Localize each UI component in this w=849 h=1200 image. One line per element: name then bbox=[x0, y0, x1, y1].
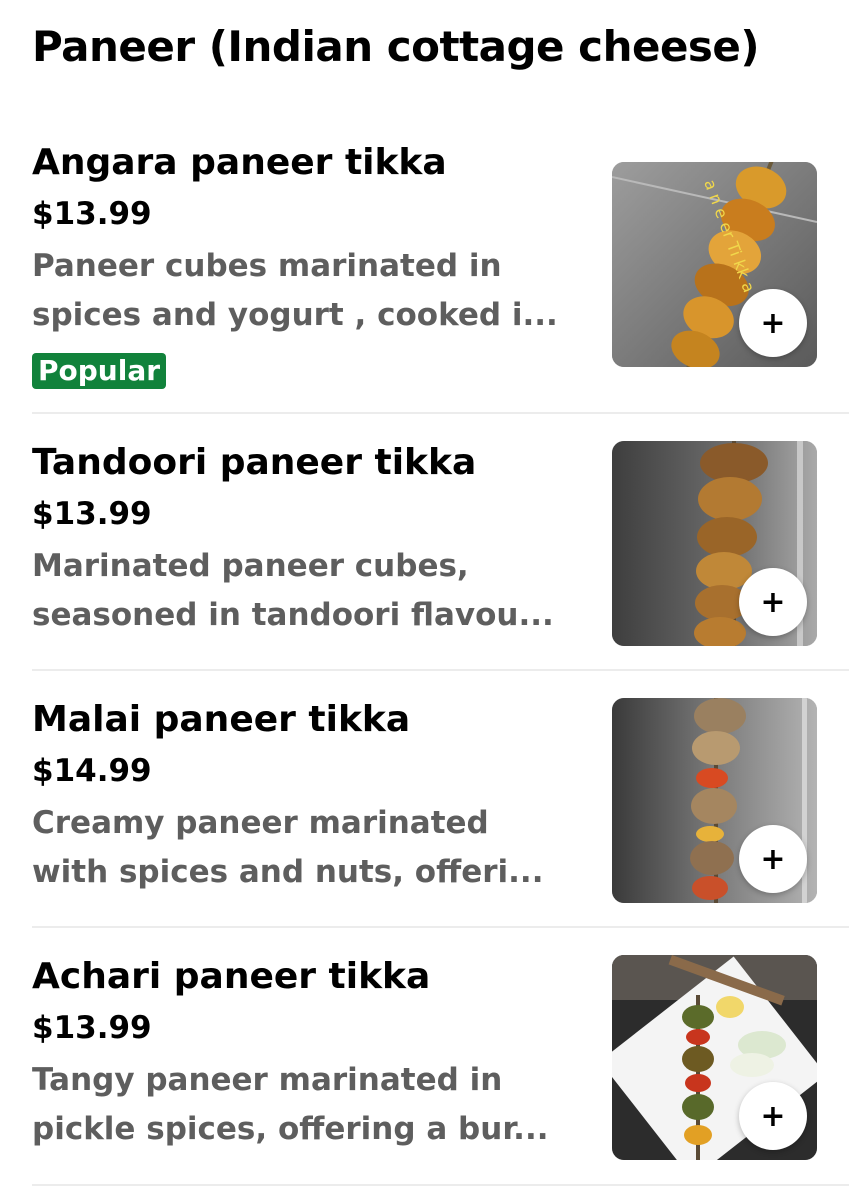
item-price: $13.99 bbox=[32, 196, 152, 232]
item-description-line: with spices and nuts, offeri... bbox=[32, 854, 544, 890]
divider bbox=[32, 1184, 849, 1186]
item-description-line: seasoned in tandoori flavou... bbox=[32, 597, 554, 633]
menu-item-tandoori-paneer-tikka[interactable]: Tandoori paneer tikka $13.99 Marinated p… bbox=[0, 441, 849, 662]
popular-badge: Popular bbox=[32, 353, 167, 389]
item-description: Tangy paneer marinated in pickle spices,… bbox=[32, 1056, 597, 1154]
item-description: Paneer cubes marinated in spices and yog… bbox=[32, 242, 597, 340]
item-name: Achari paneer tikka bbox=[32, 956, 431, 997]
item-description-line: pickle spices, offering a bur... bbox=[32, 1111, 549, 1147]
item-name: Tandoori paneer tikka bbox=[32, 442, 477, 483]
item-price: $13.99 bbox=[32, 496, 152, 532]
item-name: Angara paneer tikka bbox=[32, 142, 447, 183]
divider bbox=[32, 669, 849, 671]
item-description-line: Paneer cubes marinated in bbox=[32, 248, 502, 284]
item-name: Malai paneer tikka bbox=[32, 699, 411, 740]
menu-item-achari-paneer-tikka[interactable]: Achari paneer tikka $13.99 Tangy paneer … bbox=[0, 955, 849, 1176]
item-description: Creamy paneer marinated with spices and … bbox=[32, 799, 597, 897]
section-title: Paneer (Indian cottage cheese) bbox=[32, 22, 760, 71]
add-to-cart-button[interactable]: + bbox=[739, 289, 807, 357]
item-description-line: Tangy paneer marinated in bbox=[32, 1062, 503, 1098]
add-to-cart-button[interactable]: + bbox=[739, 1082, 807, 1150]
item-price: $14.99 bbox=[32, 753, 152, 789]
menu-item-malai-paneer-tikka[interactable]: Malai paneer tikka $14.99 Creamy paneer … bbox=[0, 698, 849, 919]
menu-item-angara-paneer-tikka[interactable]: Angara paneer tikka $13.99 Paneer cubes … bbox=[0, 142, 849, 402]
item-description-line: spices and yogurt , cooked i... bbox=[32, 297, 558, 333]
divider bbox=[32, 412, 849, 414]
item-description-line: Creamy paneer marinated bbox=[32, 805, 489, 841]
divider bbox=[32, 926, 849, 928]
item-price: $13.99 bbox=[32, 1010, 152, 1046]
item-description: Marinated paneer cubes, seasoned in tand… bbox=[32, 542, 597, 640]
add-to-cart-button[interactable]: + bbox=[739, 568, 807, 636]
add-to-cart-button[interactable]: + bbox=[739, 825, 807, 893]
item-description-line: Marinated paneer cubes, bbox=[32, 548, 469, 584]
